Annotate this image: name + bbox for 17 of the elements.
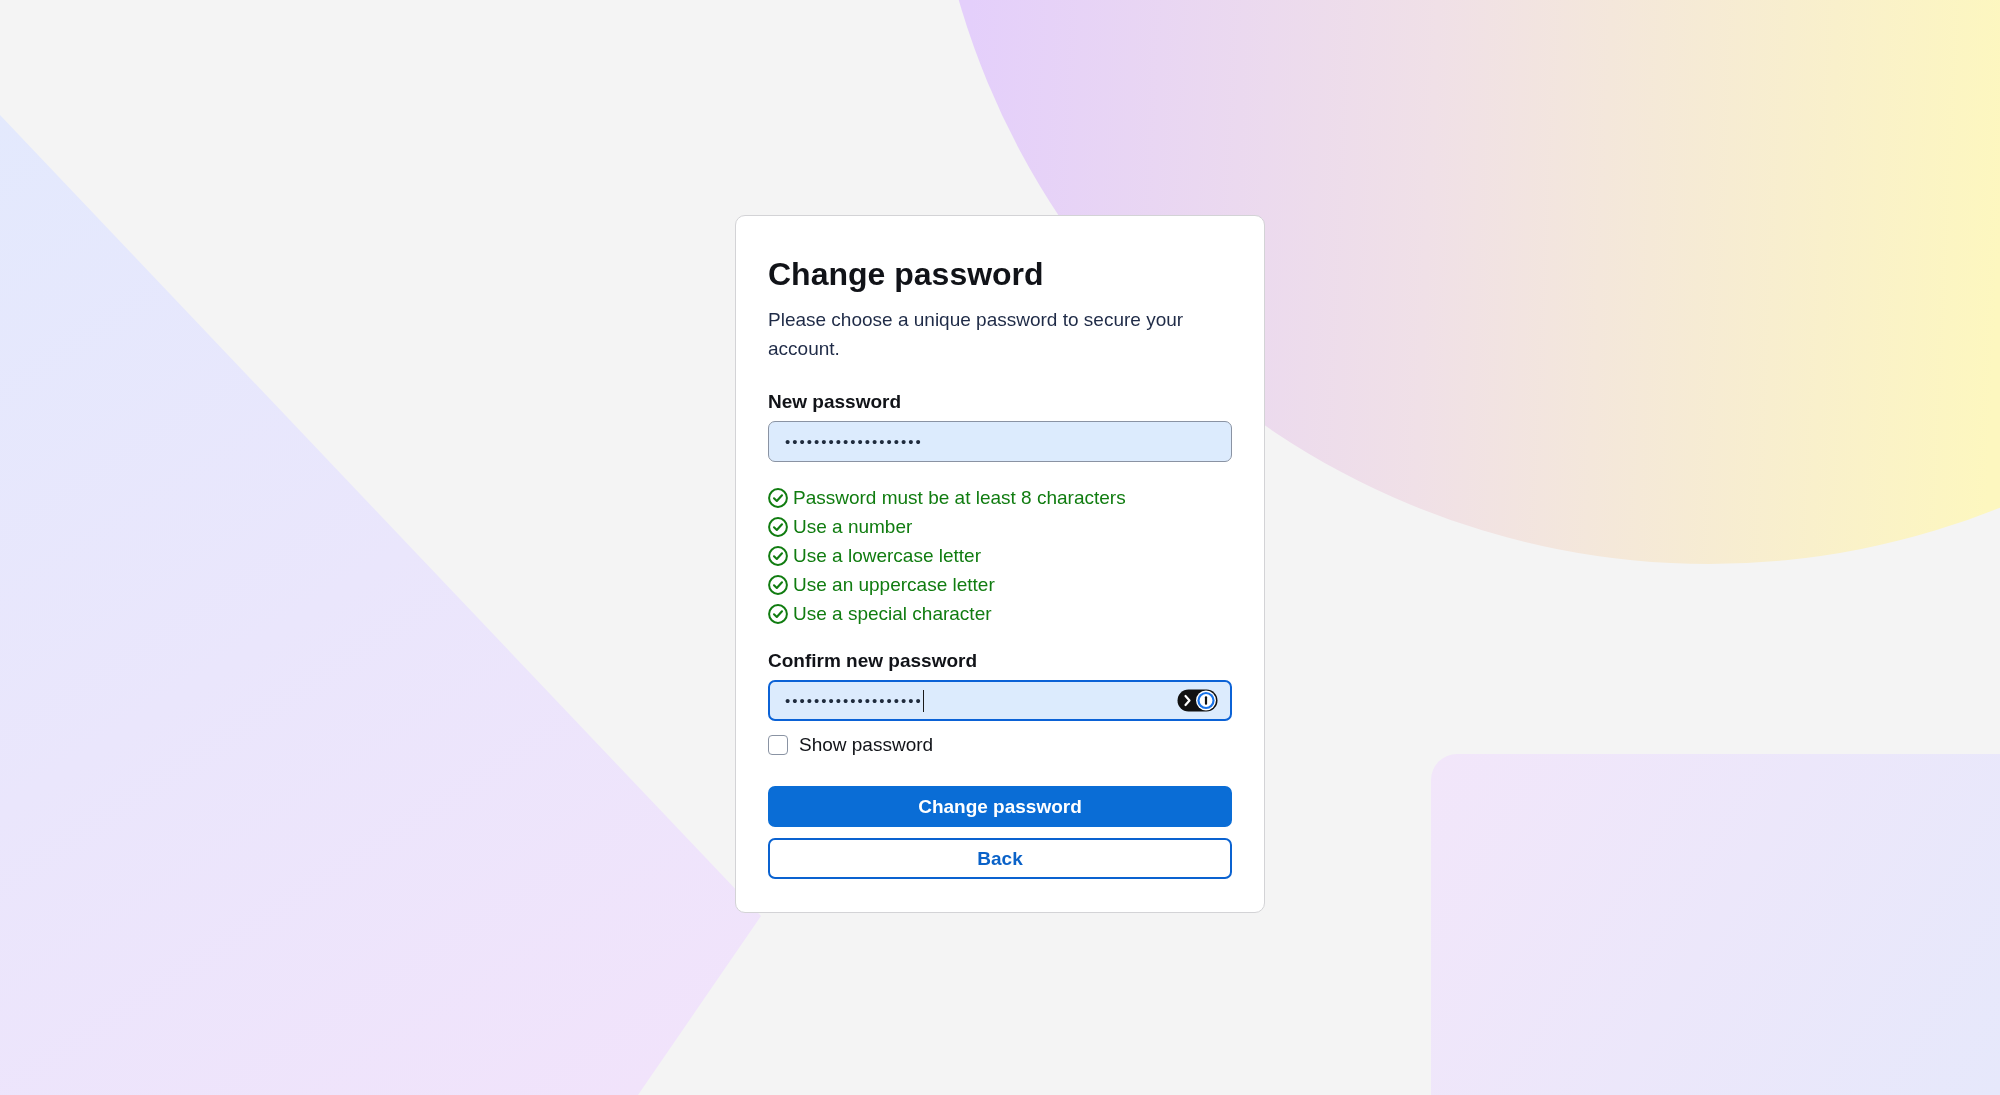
requirement-text: Password must be at least 8 characters bbox=[793, 486, 1126, 509]
requirement-text: Use a special character bbox=[793, 602, 992, 625]
submit-button[interactable]: Change password bbox=[768, 786, 1232, 827]
requirement-text: Use a number bbox=[793, 515, 913, 538]
card-description: Please choose a unique password to secure your account. bbox=[768, 308, 1185, 361]
password-field[interactable]: ••••••••••••••••••• bbox=[768, 421, 1232, 462]
field-label: Confirm new password bbox=[768, 649, 979, 673]
password-manager-icon[interactable] bbox=[1177, 689, 1218, 712]
text-cursor-icon bbox=[922, 689, 925, 712]
back-button[interactable]: Back bbox=[768, 838, 1232, 879]
show-password-checkbox[interactable] bbox=[768, 735, 788, 755]
requirement-text: Use a lowercase letter bbox=[793, 544, 981, 567]
password-field[interactable]: ••••••••••••••••••• bbox=[768, 680, 1232, 721]
card-title: Change password bbox=[768, 255, 1045, 294]
checkbox-label: Show password bbox=[799, 734, 934, 756]
requirement-text: Use an uppercase letter bbox=[793, 573, 995, 596]
field-label: New password bbox=[768, 390, 903, 414]
